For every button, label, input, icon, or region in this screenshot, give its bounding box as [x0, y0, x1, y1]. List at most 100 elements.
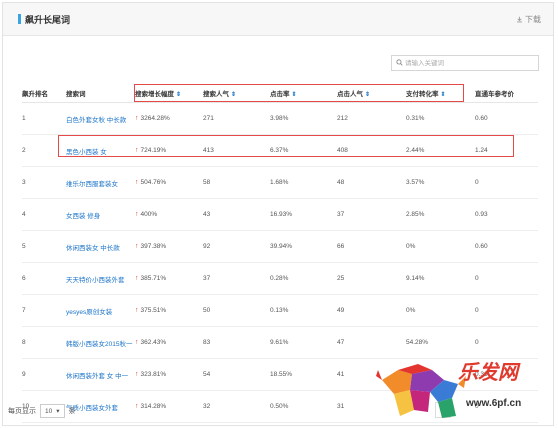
- download-icon: [517, 16, 522, 23]
- cell-price: 1.24: [475, 134, 538, 167]
- search-input[interactable]: [405, 57, 533, 69]
- cell-popularity: 92: [203, 230, 270, 263]
- cell-rank: 4: [22, 198, 66, 231]
- cell-ctr: 18.55%: [270, 358, 337, 391]
- up-arrow-icon: ↑: [135, 179, 139, 186]
- cell-keyword[interactable]: 维乐尔西服套装女: [66, 166, 135, 199]
- cell-click-pop: 25: [337, 262, 406, 295]
- cell-conv: 0.31%: [406, 102, 475, 135]
- cell-ctr: 0.50%: [270, 390, 337, 423]
- up-arrow-icon: ↑: [135, 211, 139, 218]
- download-label: 下载: [525, 15, 541, 24]
- cell-ctr: 0.13%: [270, 294, 337, 327]
- cell-popularity: 271: [203, 102, 270, 135]
- up-arrow-icon: ↑: [135, 115, 139, 122]
- col-conversion[interactable]: 支付转化率 ⇕: [406, 84, 475, 103]
- cell-click-pop: 48: [337, 166, 406, 199]
- cell-keyword[interactable]: 休闲西装女 中长款: [66, 230, 135, 263]
- cell-popularity: 43: [203, 198, 270, 231]
- cell-rank: 2: [22, 134, 66, 167]
- panel-header: 飙升长尾词 下载: [3, 3, 553, 36]
- cell-keyword[interactable]: 天天特价小西装外套: [66, 262, 135, 295]
- cell-growth: ↑ 397.38%: [135, 230, 203, 263]
- cell-popularity: 54: [203, 358, 270, 391]
- cell-keyword[interactable]: yesyes原创女装: [66, 294, 135, 327]
- bull-logo-icon: [376, 364, 466, 418]
- cell-ctr: 0.28%: [270, 262, 337, 295]
- col-click-pop[interactable]: 点击人气 ⇕: [337, 84, 406, 103]
- cell-conv: 9.14%: [406, 262, 475, 295]
- cell-ctr: 3.98%: [270, 102, 337, 135]
- chevron-down-icon: ▾: [56, 408, 60, 415]
- col-rank: 飙升排名: [22, 84, 66, 103]
- per-page-select[interactable]: 10 ▾: [40, 404, 65, 418]
- table-row: 7 yesyes原创女装 ↑ 375.51% 50 0.13% 49 0% 0: [22, 294, 538, 327]
- col-keyword: 搜索词: [66, 84, 135, 103]
- cell-growth: ↑ 400%: [135, 198, 203, 231]
- cell-popularity: 37: [203, 262, 270, 295]
- watermark-logo: 乐发网 www.6pf.cn: [372, 350, 556, 426]
- cell-conv: 0%: [406, 230, 475, 263]
- cell-keyword[interactable]: 韩版小西装女2015秋一: [66, 326, 135, 359]
- up-arrow-icon: ↑: [135, 403, 139, 410]
- cell-rank: 9: [22, 358, 66, 391]
- cell-ctr: 1.68%: [270, 166, 337, 199]
- cell-popularity: 413: [203, 134, 270, 167]
- cell-click-pop: 408: [337, 134, 406, 167]
- cell-keyword[interactable]: 女西装 修身: [66, 198, 135, 231]
- watermark-url: www.6pf.cn: [466, 398, 522, 409]
- sort-icon[interactable]: ⇕: [365, 92, 370, 98]
- cell-keyword[interactable]: 休闲西装外套 女 中一: [66, 358, 135, 391]
- cell-conv: 2.44%: [406, 134, 475, 167]
- cell-popularity: 50: [203, 294, 270, 327]
- cell-growth: ↑ 3264.28%: [135, 102, 203, 135]
- cell-price: 0.60: [475, 230, 538, 263]
- cell-growth: ↑ 362.43%: [135, 326, 203, 359]
- table-header-row: 飙升排名 搜索词 搜索增长幅度 ⇕ 搜索人气 ⇕ 点击率 ⇕ 点击人气 ⇕ 支付转化率 ⇕…: [22, 84, 538, 103]
- cell-keyword[interactable]: 黑色小西装 女: [66, 134, 135, 167]
- search-box[interactable]: [391, 55, 539, 71]
- cell-growth: ↑ 314.28%: [135, 390, 203, 423]
- col-ctr[interactable]: 点击率 ⇕: [270, 84, 337, 103]
- cell-ctr: 39.94%: [270, 230, 337, 263]
- title-accent-bar: [18, 14, 21, 24]
- cell-price: 0.60: [475, 102, 538, 135]
- cell-rank: 1: [22, 102, 66, 135]
- cell-click-pop: 212: [337, 102, 406, 135]
- cell-conv: 2.85%: [406, 198, 475, 231]
- cell-rank: 3: [22, 166, 66, 199]
- sort-icon[interactable]: ⇕: [176, 92, 181, 98]
- table-row: 1 白色外套女秋 中长款 ↑ 3264.28% 271 3.98% 212 0.31% 0.60: [22, 102, 538, 135]
- sort-icon[interactable]: ⇕: [292, 92, 297, 98]
- per-page-label: 每页显示: [8, 408, 36, 415]
- table-row: 5 休闲西装女 中长款 ↑ 397.38% 92 39.94% 66 0% 0.60: [22, 230, 538, 263]
- cell-price: 0.93: [475, 198, 538, 231]
- cell-rank: 8: [22, 326, 66, 359]
- panel-title: 飙升长尾词: [25, 15, 71, 25]
- sort-icon[interactable]: ⇕: [231, 92, 236, 98]
- cell-price: 0: [475, 166, 538, 199]
- col-growth[interactable]: 搜索增长幅度 ⇕: [135, 84, 203, 103]
- cell-rank: 6: [22, 262, 66, 295]
- pagination-footer: 每页显示 10 ▾ 条: [8, 404, 76, 418]
- up-arrow-icon: ↑: [135, 275, 139, 282]
- sort-icon[interactable]: ⇕: [441, 92, 446, 98]
- col-popularity[interactable]: 搜索人气 ⇕: [203, 84, 270, 103]
- cell-ctr: 16.93%: [270, 198, 337, 231]
- search-icon: [396, 59, 403, 66]
- up-arrow-icon: ↑: [135, 147, 139, 154]
- cell-click-pop: 37: [337, 198, 406, 231]
- cell-ctr: 9.61%: [270, 326, 337, 359]
- download-button[interactable]: 下载: [516, 14, 541, 25]
- cell-rank: 7: [22, 294, 66, 327]
- cell-click-pop: 49: [337, 294, 406, 327]
- cell-click-pop: 66: [337, 230, 406, 263]
- cell-growth: ↑ 724.19%: [135, 134, 203, 167]
- up-arrow-icon: ↑: [135, 243, 139, 250]
- cell-keyword[interactable]: 白色外套女秋 中长款: [66, 102, 135, 135]
- col-cpc: 直通车参考价: [475, 84, 538, 103]
- watermark-brand: 乐发网: [458, 360, 518, 384]
- table-row: 2 黑色小西装 女 ↑ 724.19% 413 6.37% 408 2.44% 1.24: [22, 134, 538, 167]
- cell-keyword[interactable]: 气质小西装女外套: [66, 390, 135, 423]
- cell-price: 0: [475, 262, 538, 295]
